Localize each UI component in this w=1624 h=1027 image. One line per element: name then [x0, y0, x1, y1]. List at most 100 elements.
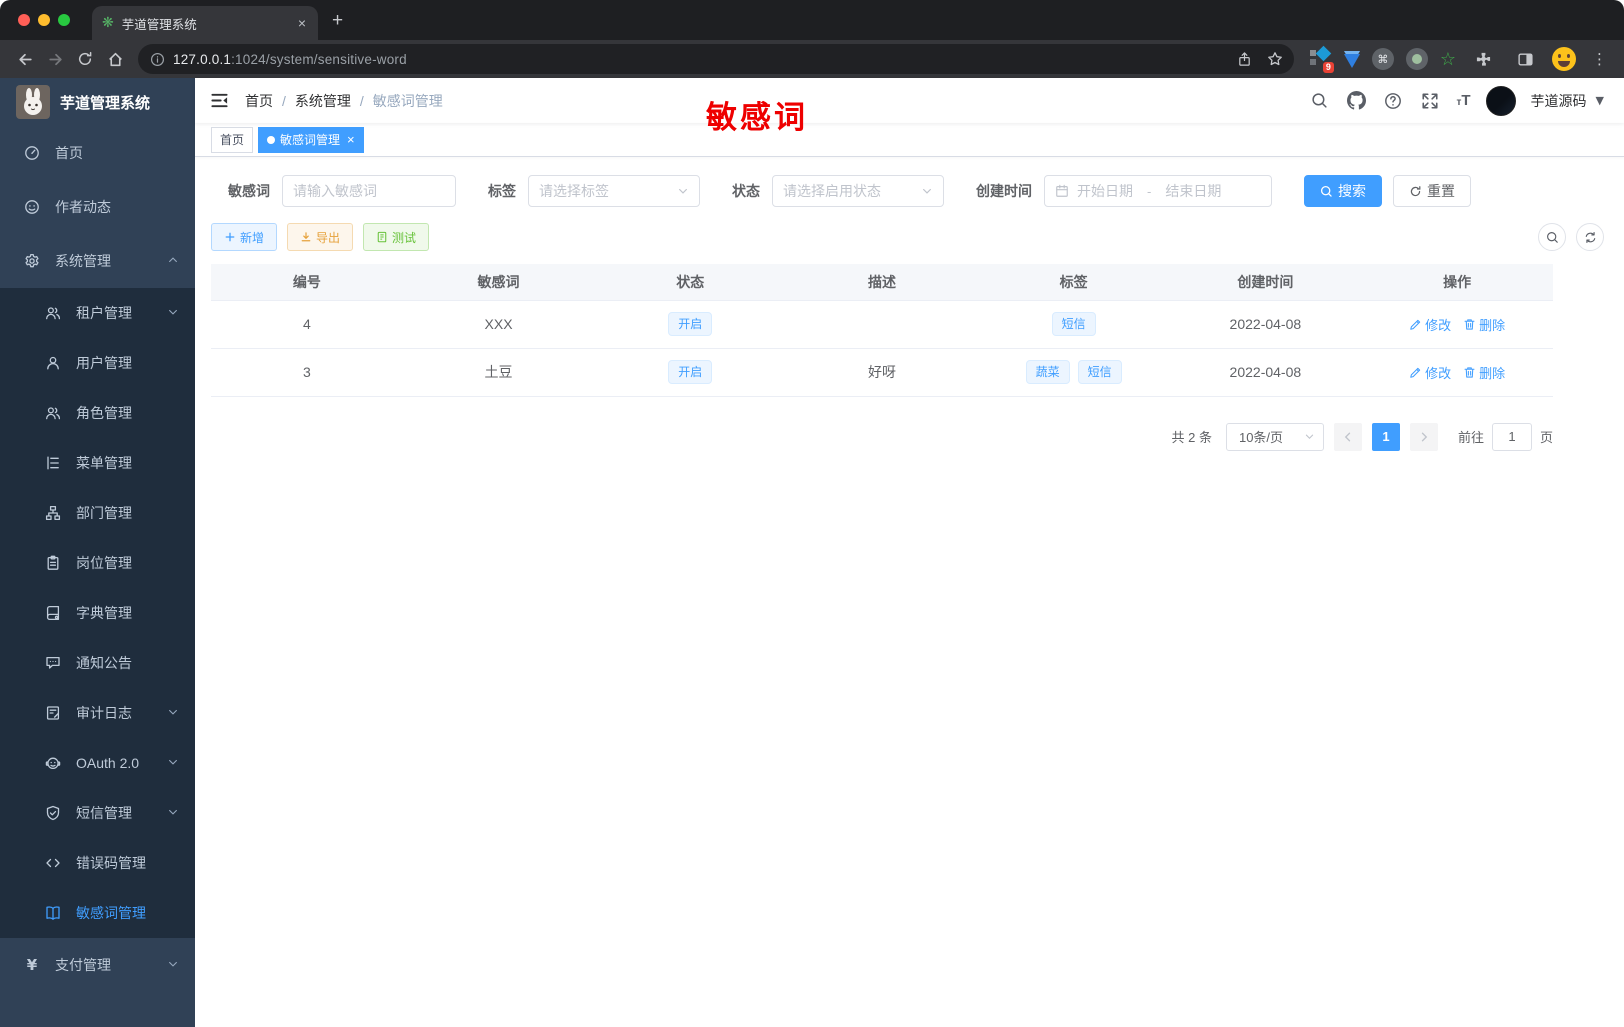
- breadcrumb-separator: /: [359, 92, 364, 109]
- status-select[interactable]: 请选择启用状态: [772, 175, 944, 207]
- status-badge: 开启: [668, 360, 713, 384]
- window-close-button[interactable]: [18, 14, 30, 26]
- sidebar-item-author-news[interactable]: 作者动态: [0, 180, 195, 234]
- sidebar-item-user[interactable]: 用户管理: [0, 338, 195, 388]
- share-icon[interactable]: [1230, 44, 1260, 74]
- column-header: 编号: [211, 264, 403, 300]
- sidebar-item-role[interactable]: 角色管理: [0, 388, 195, 438]
- reset-button[interactable]: 重置: [1393, 175, 1471, 207]
- browser-menu-icon[interactable]: ⋮: [1592, 50, 1608, 68]
- sidebar-item-audit-log[interactable]: 审计日志: [0, 688, 195, 738]
- window-minimize-button[interactable]: [38, 14, 50, 26]
- delete-link[interactable]: 删除: [1463, 315, 1505, 334]
- goto-page-input[interactable]: [1491, 422, 1532, 451]
- sidebar-fold-icon[interactable]: [195, 78, 244, 123]
- breadcrumb: 首页 / 系统管理 / 敏感词管理: [245, 91, 443, 111]
- bookmark-star-icon[interactable]: [1260, 44, 1290, 74]
- sidebar-item-sms[interactable]: 短信管理: [0, 788, 195, 838]
- date-range-picker[interactable]: 开始日期 - 结束日期: [1044, 175, 1272, 207]
- sidebar-item-dept[interactable]: 部门管理: [0, 488, 195, 538]
- edit-link[interactable]: 修改: [1409, 363, 1451, 382]
- sidebar-item-sensitive-word[interactable]: 敏感词管理: [0, 888, 195, 938]
- sidebar-item-system[interactable]: 系统管理: [0, 234, 195, 288]
- fullscreen-icon[interactable]: [1419, 92, 1441, 110]
- annotation-text: 敏感词: [706, 100, 808, 135]
- search-icon[interactable]: [1308, 92, 1330, 109]
- sidebar-item-menu[interactable]: 菜单管理: [0, 438, 195, 488]
- sidebar-item-oauth[interactable]: OAuth 2.0: [0, 738, 195, 788]
- delete-link[interactable]: 删除: [1463, 363, 1505, 382]
- cell-tags: 短信: [977, 299, 1170, 349]
- column-header: 敏感词: [402, 264, 595, 300]
- app-title: 芋道管理系统: [60, 94, 151, 112]
- sidebar-item-label: 系统管理: [55, 253, 111, 269]
- star-extension-icon[interactable]: ☆: [1440, 49, 1456, 70]
- edit-link[interactable]: 修改: [1409, 315, 1451, 334]
- sidebar-item-label: 字典管理: [76, 605, 132, 621]
- sidebar-item-home[interactable]: 首页: [0, 126, 195, 180]
- page-number-1[interactable]: 1: [1371, 422, 1400, 451]
- close-icon[interactable]: ×: [347, 132, 355, 147]
- breadcrumb-item[interactable]: 系统管理: [295, 91, 351, 111]
- pagination: 共 2 条 10条/页 1 前往 页: [211, 422, 1553, 451]
- site-info-icon[interactable]: [150, 52, 165, 67]
- forward-icon[interactable]: [40, 44, 70, 74]
- new-tab-button[interactable]: +: [332, 10, 343, 32]
- tag-badge: 短信: [1051, 312, 1096, 336]
- profile-avatar[interactable]: [1552, 47, 1576, 71]
- gem-extension-icon[interactable]: [1343, 53, 1360, 68]
- sidebar-item-error-code[interactable]: 错误码管理: [0, 838, 195, 888]
- help-icon[interactable]: [1382, 92, 1404, 110]
- badge-icon: [44, 555, 62, 571]
- show-search-button[interactable]: [1538, 223, 1566, 251]
- sidebar-item-dict[interactable]: 字典管理: [0, 588, 195, 638]
- sidebar-item-tenant[interactable]: 租户管理: [0, 288, 195, 338]
- tab-close-icon[interactable]: ×: [296, 15, 308, 31]
- command-extension-icon[interactable]: ⌘: [1371, 48, 1394, 70]
- tag-assistant-extension-icon[interactable]: 9: [1308, 45, 1334, 73]
- tab-home[interactable]: 首页: [211, 126, 254, 153]
- status-badge: 开启: [668, 312, 713, 336]
- github-icon[interactable]: [1345, 91, 1367, 110]
- sidebar-item-pay[interactable]: ¥ 支付管理: [0, 938, 195, 992]
- extension-badge: 9: [1322, 62, 1334, 73]
- export-button[interactable]: 导出: [287, 223, 354, 251]
- home-icon[interactable]: [100, 44, 130, 74]
- add-button[interactable]: 新增: [211, 223, 278, 251]
- search-button[interactable]: 搜索: [1304, 175, 1382, 207]
- side-panel-icon[interactable]: [1510, 44, 1540, 74]
- back-icon[interactable]: [10, 44, 40, 74]
- tag-select[interactable]: 请选择标签: [528, 175, 700, 207]
- cell-status: 开启: [594, 348, 787, 397]
- breadcrumb-item[interactable]: 首页: [245, 91, 273, 111]
- chevron-down-icon: [167, 305, 179, 321]
- window-zoom-button[interactable]: [58, 14, 70, 26]
- url-path: :1024/system/sensitive-word: [231, 51, 407, 67]
- robot-icon: [44, 755, 62, 771]
- reload-icon[interactable]: [70, 44, 100, 74]
- cell-actions: 修改 删除: [1361, 348, 1553, 397]
- code-icon: [44, 855, 62, 871]
- sidebar-item-label: 错误码管理: [76, 855, 146, 871]
- recorder-extension-icon[interactable]: [1405, 48, 1428, 70]
- url-bar[interactable]: 127.0.0.1:1024/system/sensitive-word: [138, 44, 1294, 74]
- browser-tab[interactable]: ❋ 芋道管理系统 ×: [92, 6, 318, 40]
- puzzle-extensions-icon[interactable]: [1468, 44, 1498, 74]
- user-avatar[interactable]: [1485, 85, 1516, 116]
- test-button[interactable]: 测试: [363, 223, 430, 251]
- tag-select-placeholder: 请选择标签: [539, 183, 609, 199]
- next-page-button[interactable]: [1409, 422, 1438, 451]
- filter-date: 创建时间 开始日期 - 结束日期: [976, 175, 1272, 207]
- chevron-down-icon[interactable]: ▼: [1596, 94, 1604, 107]
- font-size-icon[interactable]: тT: [1456, 92, 1470, 109]
- cell-created: 2022-04-08: [1169, 299, 1362, 349]
- tab-sensitive-word[interactable]: 敏感词管理 ×: [258, 126, 364, 153]
- favicon-plant-icon: ❋: [102, 15, 114, 31]
- sidebar-logo-row[interactable]: 芋道管理系统: [0, 78, 195, 126]
- sidebar-item-notice[interactable]: 通知公告: [0, 638, 195, 688]
- page-size-select[interactable]: 10条/页: [1225, 422, 1324, 451]
- prev-page-button[interactable]: [1333, 422, 1362, 451]
- keyword-input[interactable]: [293, 183, 445, 199]
- sidebar-item-post[interactable]: 岗位管理: [0, 538, 195, 588]
- refresh-table-button[interactable]: [1576, 223, 1604, 251]
